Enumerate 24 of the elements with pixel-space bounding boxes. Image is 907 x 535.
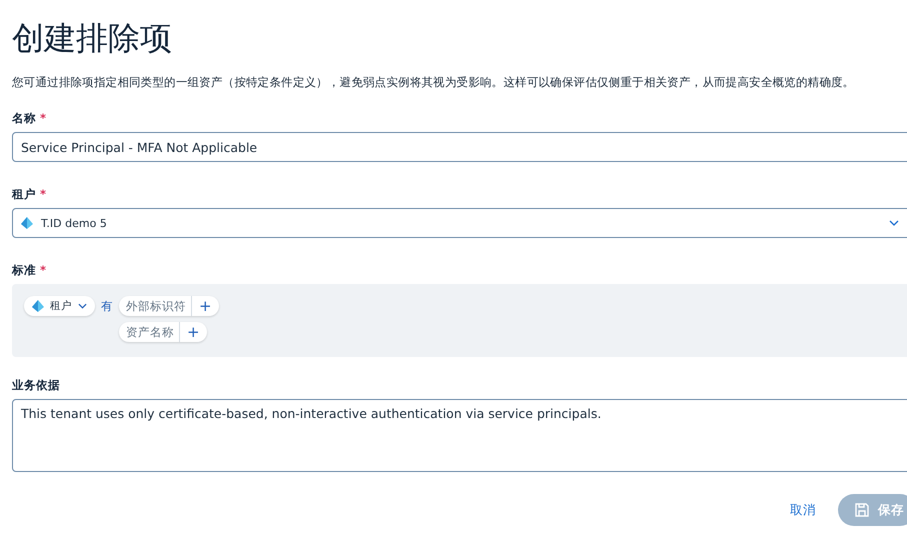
chevron-down-icon [78,303,87,309]
add-button[interactable]: + [180,322,207,342]
scope-chip[interactable]: 租户 [24,296,95,316]
diamond-icon [21,217,33,229]
chevron-down-icon [889,220,899,226]
tenant-select[interactable]: T.ID demo 5 [12,208,907,238]
required-mark: * [40,186,46,202]
field-label: 业务依据 [12,377,60,393]
required-mark: * [40,110,46,126]
justification-field[interactable]: This tenant uses only certificate-based, non-interactive authentication via service principals. [12,399,907,472]
condition-label: 资产名称 [119,322,180,342]
diamond-icon [32,300,44,312]
description: 您可通过排除项指定相同类型的一组资产（按特定条件定义），避免弱点实例将其视为受影响。这样可以确保评估仅侧重于相关资产，从而提高安全概览的精确度。 [12,74,856,90]
field-label: 标准 [12,262,36,278]
condition-label: 外部标识符 [119,296,192,316]
page-title: 创建排除项 [12,18,173,59]
connector-text: 有 [101,298,113,315]
cancel-button[interactable]: 取消 [790,502,816,518]
name-field[interactable]: Service Principal - MFA Not Applicable [12,132,907,162]
field-label: 租户 [12,186,36,202]
field-label: 名称 [12,110,36,126]
required-mark: * [40,262,46,278]
add-button[interactable]: + [192,296,219,316]
save-icon [854,502,870,518]
